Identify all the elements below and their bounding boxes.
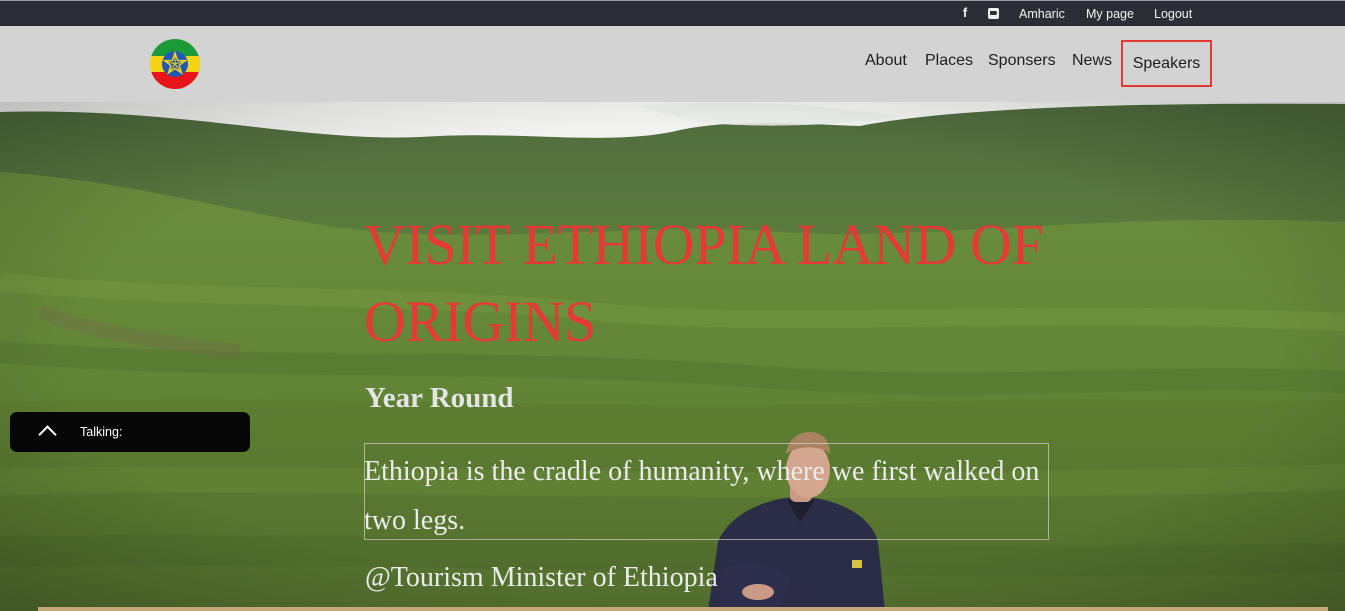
nav-link-places[interactable]: Places bbox=[925, 51, 973, 71]
twitter-icon[interactable] bbox=[988, 8, 999, 19]
talking-label: Talking: bbox=[80, 425, 123, 439]
ethiopia-emblem-logo-icon[interactable] bbox=[150, 39, 200, 89]
amharic-language-link[interactable]: Amharic bbox=[1019, 6, 1065, 22]
logout-link[interactable]: Logout bbox=[1154, 6, 1192, 22]
hero-section: VISIT ETHIOPIA LAND OF ORIGINS Year Roun… bbox=[0, 102, 1345, 611]
quote-author: @Tourism Minister of Ethiopia bbox=[365, 562, 718, 593]
main-navbar: About Places Sponsers News Speakers bbox=[0, 26, 1345, 102]
my-page-link[interactable]: My page bbox=[1086, 6, 1134, 22]
nav-link-sponsers[interactable]: Sponsers bbox=[988, 51, 1056, 71]
chevron-up-icon[interactable] bbox=[38, 425, 57, 444]
hero-bottom-divider bbox=[38, 607, 1328, 611]
hero-quote: Ethiopia is the cradle of humanity, wher… bbox=[364, 456, 1040, 536]
hero-subtitle: Year Round bbox=[365, 382, 514, 414]
hero-title: VISIT ETHIOPIA LAND OF ORIGINS bbox=[364, 212, 1044, 354]
talking-widget[interactable]: Talking: bbox=[10, 412, 250, 452]
facebook-icon[interactable]: f bbox=[958, 6, 972, 20]
nav-link-news[interactable]: News bbox=[1072, 51, 1112, 71]
nav-link-about[interactable]: About bbox=[865, 51, 907, 71]
nav-link-speakers[interactable]: Speakers bbox=[1121, 40, 1212, 87]
top-utility-bar: f Amharic My page Logout bbox=[0, 0, 1345, 26]
